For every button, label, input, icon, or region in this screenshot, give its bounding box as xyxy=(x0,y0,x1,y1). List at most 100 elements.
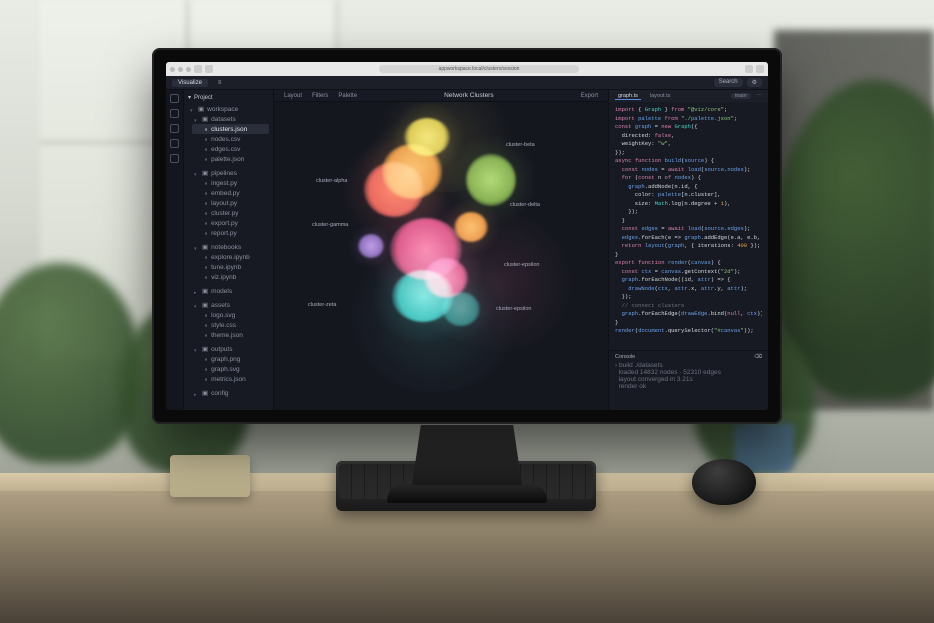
graph-canvas[interactable]: cluster-alpha cluster-beta cluster-gamma… xyxy=(274,102,608,410)
file-icon: ∘ xyxy=(204,179,208,187)
explorer-title: Project xyxy=(194,95,213,101)
app-topbar: Visualize ≡ Search ⚙ xyxy=(166,76,768,90)
explorer-folder[interactable]: ▣ config xyxy=(192,388,269,398)
code-panel: graph.ts layout.ts main ⋯ import { Graph… xyxy=(608,90,768,410)
clear-icon[interactable]: ⌫ xyxy=(754,354,762,360)
cluster-label: cluster-zeta xyxy=(308,302,336,308)
explorer-item[interactable]: ∘ edges.csv xyxy=(192,144,269,154)
file-icon: ∘ xyxy=(204,263,208,271)
close-icon[interactable] xyxy=(170,67,175,72)
window-controls[interactable] xyxy=(170,67,191,72)
minimize-icon[interactable] xyxy=(178,67,183,72)
explorer-item[interactable]: ∘ nodes.csv xyxy=(192,134,269,144)
explorer-item[interactable]: ∘ palette.json xyxy=(192,154,269,164)
cluster-node[interactable] xyxy=(358,234,384,258)
explorer-root-label: workspace xyxy=(207,106,238,113)
explorer-item[interactable]: ∘ export.py xyxy=(192,218,269,228)
folder-icon: ▣ xyxy=(202,301,208,309)
explorer-item[interactable]: ∘ style.css xyxy=(192,320,269,330)
files-icon[interactable] xyxy=(170,94,179,103)
speaker-box xyxy=(170,455,250,497)
layers-icon[interactable] xyxy=(170,139,179,148)
explorer-item[interactable]: ∘ ingest.py xyxy=(192,178,269,188)
monitor-frame: appworkspace.local/clusters/session Visu… xyxy=(152,48,782,424)
explorer-item[interactable]: ∘ report.py xyxy=(192,228,269,238)
console-line: › build ./datasets xyxy=(615,362,762,369)
forward-icon[interactable] xyxy=(205,65,213,73)
toolbar-export[interactable]: Export xyxy=(581,93,598,99)
code-editor[interactable]: import { Graph } from "@viz/core";import… xyxy=(609,102,768,350)
cluster-node[interactable] xyxy=(442,292,480,326)
toolbar-layout[interactable]: Layout xyxy=(284,93,302,99)
file-icon: ∘ xyxy=(204,365,208,373)
folder-icon: ▣ xyxy=(202,243,208,251)
tab-visualize[interactable]: Visualize xyxy=(172,79,208,87)
tab-graphts[interactable]: graph.ts xyxy=(615,93,641,100)
explorer-folder[interactable]: ▣ notebooks xyxy=(192,242,269,252)
file-icon: ∘ xyxy=(204,375,208,383)
cluster-label: cluster-epsilon xyxy=(504,262,539,268)
branch-badge[interactable]: main xyxy=(731,93,751,99)
explorer-item[interactable]: ∘ metrics.json xyxy=(192,374,269,384)
explorer-folder[interactable]: ▣ pipelines xyxy=(192,168,269,178)
explorer-root[interactable]: ▣ workspace xyxy=(188,104,269,114)
tab-layoutts[interactable]: layout.ts xyxy=(647,93,673,99)
console-title[interactable]: Console xyxy=(615,354,635,360)
cluster-node[interactable] xyxy=(466,154,516,206)
menu-icon[interactable]: ≡ xyxy=(218,80,222,86)
file-icon: ∘ xyxy=(204,145,208,153)
cluster-label: cluster-gamma xyxy=(312,222,348,228)
explorer-item[interactable]: ∘ graph.svg xyxy=(192,364,269,374)
explorer-item[interactable]: ∘ graph.png xyxy=(192,354,269,364)
toolbar-filters[interactable]: Filters xyxy=(312,93,328,99)
browser-chrome: appworkspace.local/clusters/session xyxy=(166,62,768,76)
cluster-label: cluster-beta xyxy=(506,142,535,148)
search-button[interactable]: Search xyxy=(714,78,743,87)
toolbar-palette[interactable]: Palette xyxy=(338,93,357,99)
folder-icon: ▣ xyxy=(202,115,208,123)
cluster-label: cluster-epsilon xyxy=(496,306,531,312)
graph-icon[interactable] xyxy=(170,124,179,133)
explorer-item[interactable]: ∘ logo.svg xyxy=(192,310,269,320)
file-icon: ∘ xyxy=(204,155,208,163)
file-icon: ∘ xyxy=(204,229,208,237)
menu-icon[interactable] xyxy=(756,65,764,73)
explorer-panel: ▾ Project ▣ workspace ▣ datasets∘ cluste… xyxy=(184,90,274,410)
explorer-folder[interactable]: ▣ models xyxy=(192,286,269,296)
search-icon[interactable] xyxy=(170,109,179,118)
cluster-label: cluster-alpha xyxy=(316,178,348,184)
explorer-item[interactable]: ∘ explore.ipynb xyxy=(192,252,269,262)
explorer-folder[interactable]: ▣ datasets xyxy=(192,114,269,124)
explorer-item[interactable]: ∘ theme.json xyxy=(192,330,269,340)
folder-icon: ▣ xyxy=(198,105,204,113)
chevron-down-icon[interactable]: ▾ xyxy=(188,94,191,101)
monitor-neck xyxy=(412,425,522,485)
file-icon: ∘ xyxy=(204,219,208,227)
address-bar[interactable]: appworkspace.local/clusters/session xyxy=(379,65,579,73)
file-icon: ∘ xyxy=(204,209,208,217)
file-icon: ∘ xyxy=(204,311,208,319)
cluster-label: cluster-delta xyxy=(510,202,540,208)
folder-icon: ▣ xyxy=(202,169,208,177)
file-icon: ∘ xyxy=(204,321,208,329)
settings-icon[interactable]: ⚙ xyxy=(747,78,762,87)
extensions-icon[interactable] xyxy=(745,65,753,73)
file-icon: ∘ xyxy=(204,189,208,197)
console-panel: Console ⌫ › build ./datasets loaded 1483… xyxy=(609,350,768,410)
explorer-item[interactable]: ∘ tune.ipynb xyxy=(192,262,269,272)
file-icon: ∘ xyxy=(204,125,208,133)
explorer-item[interactable]: ∘ layout.py xyxy=(192,198,269,208)
gear-icon[interactable] xyxy=(170,154,179,163)
explorer-folder[interactable]: ▣ outputs xyxy=(192,344,269,354)
explorer-folder[interactable]: ▣ assets xyxy=(192,300,269,310)
explorer-item[interactable]: ∘ clusters.json xyxy=(192,124,269,134)
explorer-item[interactable]: ∘ embed.py xyxy=(192,188,269,198)
mouse xyxy=(692,459,756,505)
maximize-icon[interactable] xyxy=(186,67,191,72)
canvas-toolbar: Layout Filters Palette Network Clusters … xyxy=(274,90,608,102)
back-icon[interactable] xyxy=(194,65,202,73)
explorer-item[interactable]: ∘ viz.ipynb xyxy=(192,272,269,282)
more-icon[interactable]: ⋯ xyxy=(757,93,763,99)
explorer-item[interactable]: ∘ cluster.py xyxy=(192,208,269,218)
console-line: layout converged in 3.21s xyxy=(615,376,762,383)
